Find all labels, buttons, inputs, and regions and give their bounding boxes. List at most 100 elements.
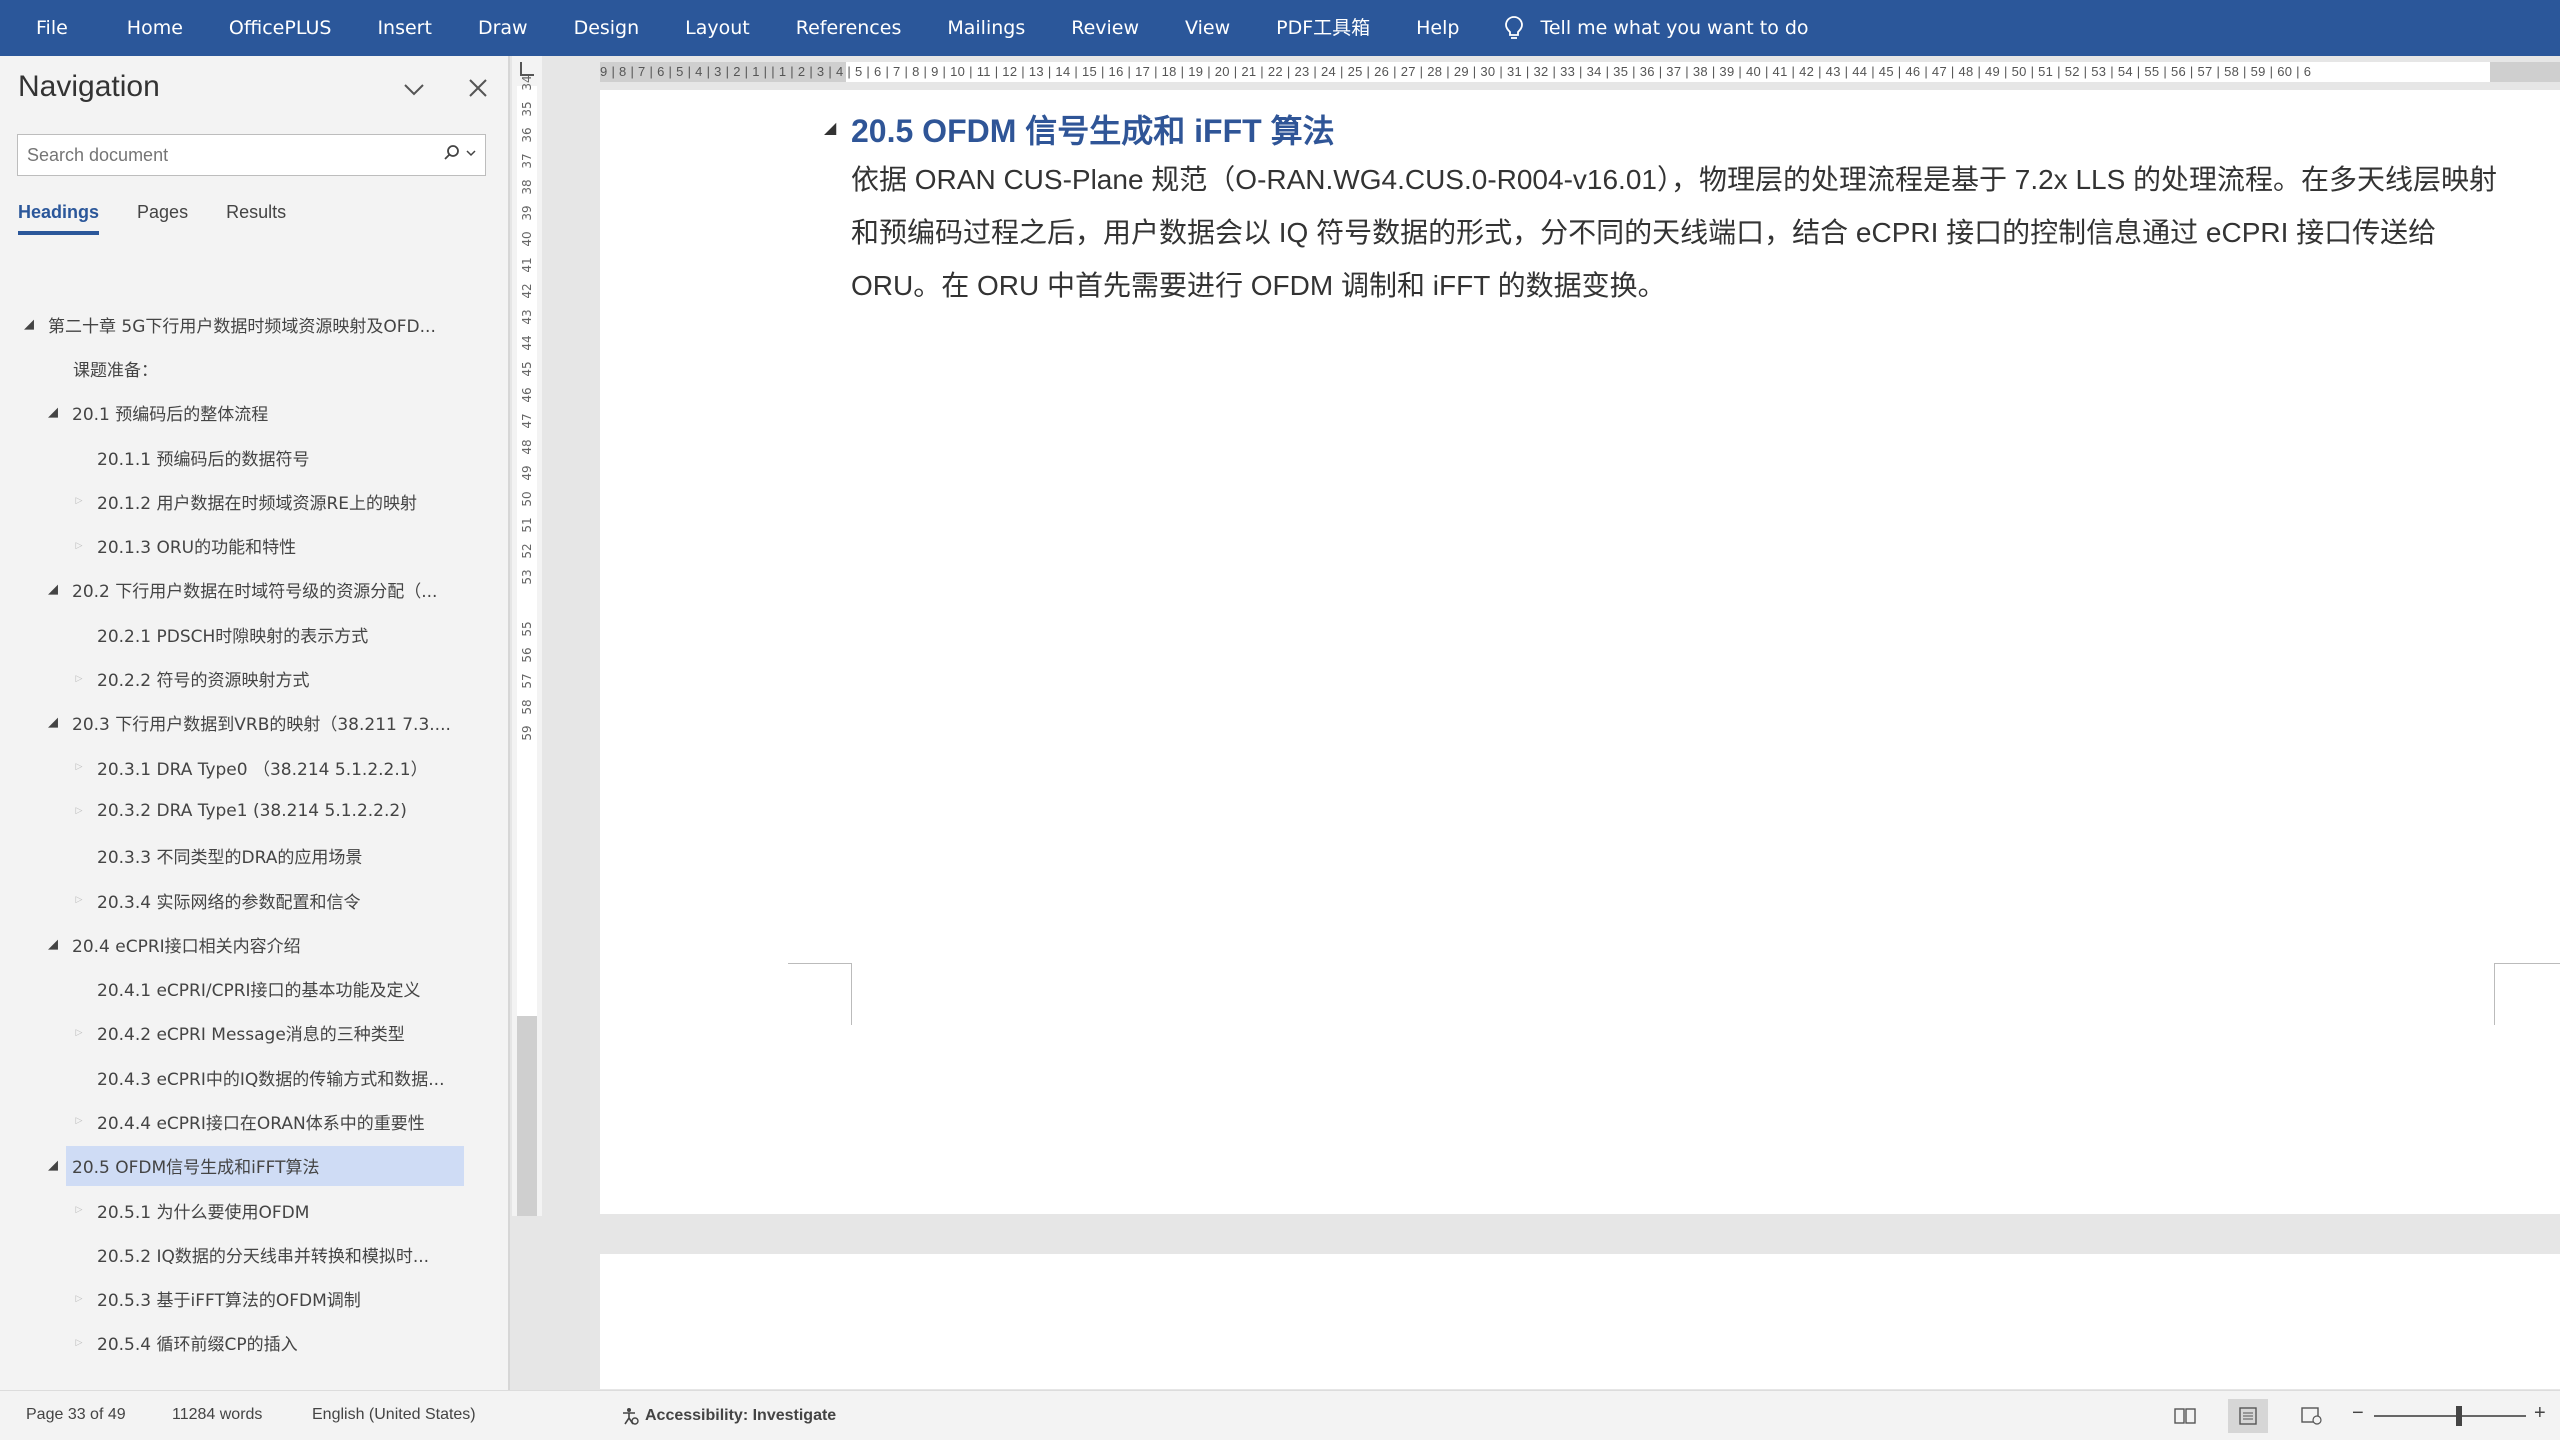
- accessibility-icon: [623, 1408, 639, 1425]
- next-document-page[interactable]: [600, 1254, 2560, 1389]
- ruler-right-margin: [2490, 62, 2560, 82]
- expand-triangle-icon[interactable]: ▷: [72, 672, 86, 686]
- heading-item[interactable]: 20.3.3 不同类型的DRA的应用场景: [0, 834, 510, 878]
- ruler-tick-label: 48: [520, 439, 534, 455]
- heading-item[interactable]: ▷ 20.1.2 用户数据在时频域资源RE上的映射: [0, 479, 510, 523]
- print-layout-button[interactable]: [2228, 1399, 2268, 1433]
- horizontal-ruler: 9 | 8 | 7 | 6 | 5 | 4 | 3 | 2 | 1 | | 1 …: [600, 62, 2560, 82]
- close-icon[interactable]: [464, 74, 492, 102]
- heading-item[interactable]: ▷ 20.1.3 ORU的功能和特性: [0, 523, 510, 567]
- heading-item[interactable]: ▷ 20.3.1 DRA Type0 （38.214 5.1.2.2.1）: [0, 745, 510, 789]
- expand-triangle-icon[interactable]: ▷: [72, 1292, 86, 1306]
- menu-help[interactable]: Help: [1393, 0, 1482, 56]
- search-box: [17, 134, 486, 176]
- collapse-triangle-icon[interactable]: ◢: [46, 937, 60, 952]
- ruler-tick-label: 57: [520, 673, 534, 689]
- heading-item[interactable]: 20.2.1 PDSCH时隙映射的表示方式: [0, 612, 510, 656]
- word-count[interactable]: 11284 words: [172, 1406, 262, 1424]
- menu-view[interactable]: View: [1162, 0, 1253, 56]
- ruler-tick-label: 47: [520, 413, 534, 429]
- expand-triangle-icon[interactable]: ▷: [72, 494, 86, 508]
- heading-item[interactable]: 20.4.3 eCPRI中的IQ数据的传输方式和数据...: [0, 1055, 510, 1099]
- heading-item[interactable]: 20.5.2 IQ数据的分天线串并转换和模拟时...: [0, 1232, 510, 1276]
- heading-item[interactable]: ▷ 20.5.4 循环前缀CP的插入: [0, 1321, 510, 1365]
- menu-design[interactable]: Design: [551, 0, 663, 56]
- ruler-tick-label: 58: [520, 699, 534, 715]
- language-indicator[interactable]: English (United States): [312, 1406, 476, 1424]
- heading-item[interactable]: 20.4.1 eCPRI/CPRI接口的基本功能及定义: [0, 966, 510, 1010]
- zoom-out-button[interactable]: −: [2352, 1402, 2364, 1425]
- ruler-tick-label: 46: [520, 387, 534, 403]
- heading-item[interactable]: 20.1.1 预编码后的数据符号: [0, 435, 510, 479]
- heading-item[interactable]: ▷ 20.5.3 基于iFFT算法的OFDM调制: [0, 1277, 510, 1321]
- expand-triangle-icon[interactable]: ▷: [72, 893, 86, 907]
- heading-item[interactable]: ◢ 20.2 下行用户数据在时域符号级的资源分配（...: [0, 568, 510, 612]
- menu-draw[interactable]: Draw: [455, 0, 551, 56]
- menu-mailings[interactable]: Mailings: [924, 0, 1048, 56]
- expand-triangle-icon[interactable]: ▷: [72, 1336, 86, 1350]
- heading-item[interactable]: ▷ 20.4.4 eCPRI接口在ORAN体系中的重要性: [0, 1099, 510, 1143]
- heading-label: 20.2.2 符号的资源映射方式: [97, 671, 310, 692]
- ruler-tick-label: 56: [520, 647, 534, 663]
- heading-label: 20.2.1 PDSCH时隙映射的表示方式: [97, 626, 369, 647]
- heading-item[interactable]: ▷ 20.5.1 为什么要使用OFDM: [0, 1188, 510, 1232]
- accessibility-button[interactable]: Accessibility: Investigate: [620, 1406, 836, 1426]
- zoom-slider[interactable]: [2374, 1415, 2526, 1417]
- heading-label: 20.1 预编码后的整体流程: [72, 405, 269, 426]
- menu-pdf-toolbox[interactable]: PDF工具箱: [1253, 0, 1393, 56]
- collapse-triangle-icon[interactable]: ◢: [46, 1158, 60, 1173]
- menu-review[interactable]: Review: [1048, 0, 1162, 56]
- web-layout-button[interactable]: [2292, 1399, 2332, 1433]
- collapse-triangle-icon[interactable]: ◢: [22, 317, 36, 332]
- heading-item[interactable]: ◢ 20.3 下行用户数据到VRB的映射（38.211 7.3....: [0, 701, 510, 745]
- menu-home[interactable]: Home: [104, 0, 206, 56]
- expand-triangle-icon[interactable]: ▷: [72, 760, 86, 774]
- heading-label: 20.1.1 预编码后的数据符号: [97, 449, 310, 470]
- expand-triangle-icon[interactable]: ▷: [72, 804, 86, 818]
- heading-label: 20.5.2 IQ数据的分天线串并转换和模拟时...: [97, 1246, 430, 1267]
- tell-me-search[interactable]: Tell me what you want to do: [1504, 15, 1809, 41]
- menu-insert[interactable]: Insert: [354, 0, 455, 56]
- expand-triangle-icon[interactable]: ▷: [72, 1026, 86, 1040]
- expand-triangle-icon[interactable]: ▷: [72, 1114, 86, 1128]
- read-mode-button[interactable]: [2165, 1399, 2205, 1433]
- expand-triangle-icon[interactable]: ▷: [72, 539, 86, 553]
- heading-item[interactable]: ▷ 20.3.2 DRA Type1 (38.214 5.1.2.2.2): [0, 789, 510, 833]
- search-input[interactable]: [18, 135, 418, 175]
- navigation-tabs: Headings Pages Results: [18, 202, 324, 235]
- heading-item[interactable]: ◢ 第二十章 5G下行用户数据时频域资源映射及OFD...: [0, 302, 510, 346]
- search-options-button[interactable]: [443, 144, 477, 162]
- heading-item[interactable]: ◢ 20.4 eCPRI接口相关内容介绍: [0, 922, 510, 966]
- collapse-triangle-icon[interactable]: ◢: [46, 715, 60, 730]
- tab-pages[interactable]: Pages: [137, 202, 188, 235]
- expand-triangle-icon[interactable]: ▷: [72, 1203, 86, 1217]
- heading-item[interactable]: ◢ 20.1 预编码后的整体流程: [0, 391, 510, 435]
- heading-item[interactable]: 课题准备：: [0, 346, 510, 390]
- heading-label: 20.5.4 循环前缀CP的插入: [97, 1335, 298, 1356]
- heading-item[interactable]: ▷ 20.2.2 符号的资源映射方式: [0, 656, 510, 700]
- document-page[interactable]: ◢ 20.5 OFDM 信号生成和 iFFT 算法 依据 ORAN CUS-Pl…: [600, 90, 2560, 1214]
- heading-item[interactable]: ▷ 20.4.2 eCPRI Message消息的三种类型: [0, 1011, 510, 1055]
- vertical-ruler-margin-area: [517, 1016, 537, 1216]
- chevron-down-icon[interactable]: [400, 76, 428, 104]
- zoom-in-button[interactable]: +: [2534, 1402, 2546, 1425]
- document-body-paragraph[interactable]: 依据 ORAN CUS-Plane 规范（O-RAN.WG4.CUS.0-R00…: [851, 153, 2511, 312]
- zoom-slider-thumb[interactable]: [2456, 1406, 2462, 1426]
- collapse-triangle-icon[interactable]: ◢: [46, 582, 60, 597]
- heading-item[interactable]: ▷ 20.3.4 实际网络的参数配置和信令: [0, 878, 510, 922]
- ruler-tick-label: 45: [520, 361, 534, 377]
- menu-file[interactable]: File: [0, 0, 104, 56]
- heading-item[interactable]: ◢ 20.5 OFDM信号生成和iFFT算法: [0, 1144, 510, 1188]
- collapse-triangle-icon[interactable]: ◢: [824, 118, 836, 137]
- menu-layout[interactable]: Layout: [662, 0, 773, 56]
- status-bar: Page 33 of 49 11284 words English (Unite…: [0, 1390, 2560, 1440]
- page-count[interactable]: Page 33 of 49: [26, 1406, 126, 1424]
- menu-references[interactable]: References: [773, 0, 925, 56]
- document-heading[interactable]: 20.5 OFDM 信号生成和 iFFT 算法: [851, 106, 1335, 152]
- collapse-triangle-icon[interactable]: ◢: [46, 405, 60, 420]
- heading-label: 20.2 下行用户数据在时域符号级的资源分配（...: [72, 582, 438, 603]
- ruler-tick-label: 37: [520, 153, 534, 169]
- menu-officeplus[interactable]: OfficePLUS: [206, 0, 355, 56]
- tab-results[interactable]: Results: [226, 202, 286, 235]
- tab-headings[interactable]: Headings: [18, 202, 100, 235]
